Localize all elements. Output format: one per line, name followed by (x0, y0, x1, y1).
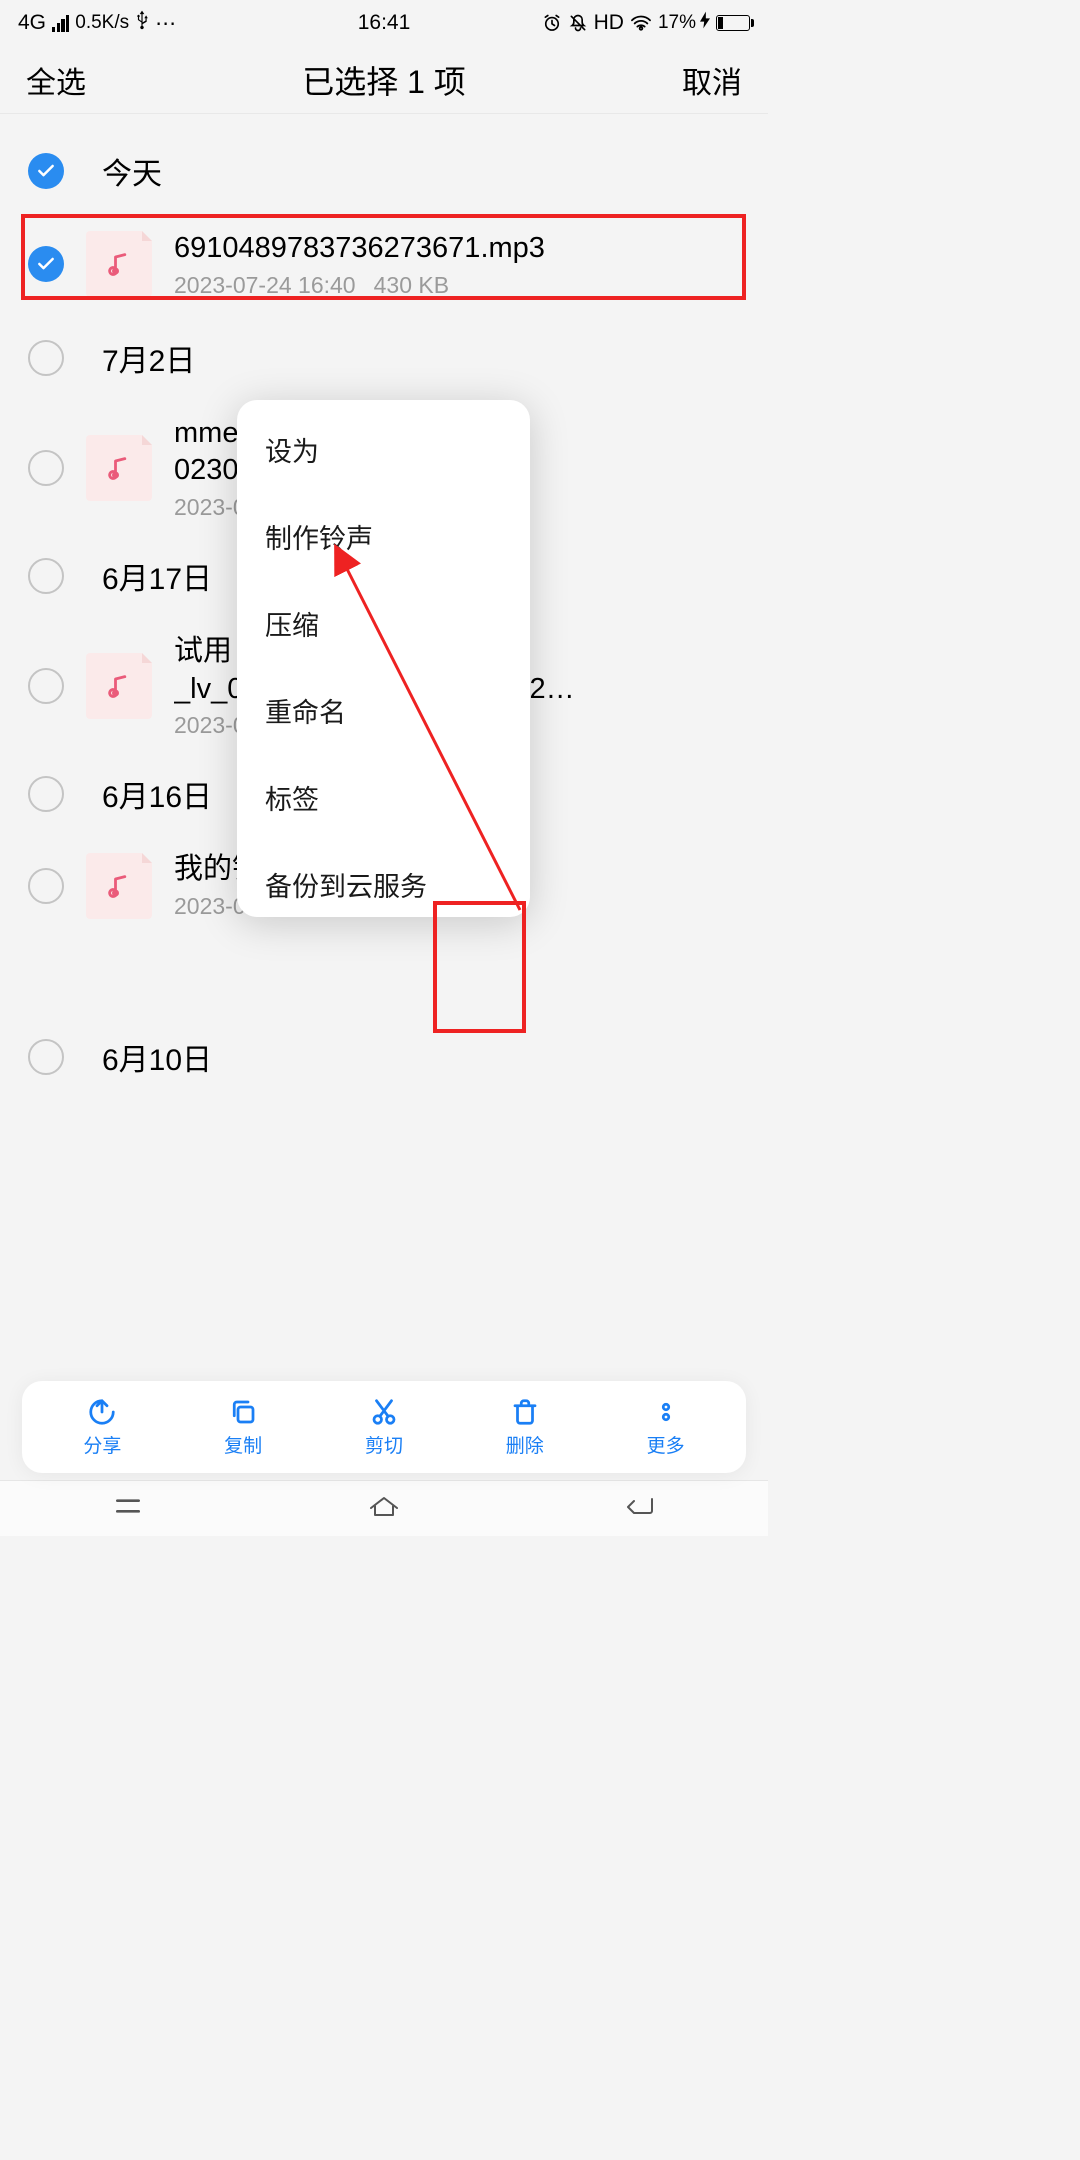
music-file-icon (86, 653, 152, 719)
hd-label: HD (594, 11, 624, 35)
status-left: 4G 0.5K/s ⋯ (18, 10, 176, 36)
page-title: 已选择 1 项 (302, 57, 466, 103)
copy-button[interactable]: 复制 (208, 1397, 278, 1458)
title-bar: 全选 已选择 1 项 取消 (0, 46, 768, 114)
cancel-button[interactable]: 取消 (682, 58, 742, 102)
file-meta: 2023-07-24 16:40430 KB (174, 272, 740, 299)
checkbox[interactable] (28, 340, 64, 376)
status-time: 16:41 (358, 11, 411, 35)
checkbox[interactable] (28, 668, 64, 704)
section-label: 6月16日 (102, 772, 212, 816)
usb-icon (135, 10, 149, 36)
file-name: 6910489783736273671.mp3 (174, 230, 740, 268)
checkbox[interactable] (28, 246, 64, 282)
signal-icon (52, 14, 69, 32)
status-bar: 4G 0.5K/s ⋯ 16:41 HD 17% (0, 0, 768, 46)
action-bar: 分享 复制 剪切 删除 更多 (22, 1381, 746, 1473)
file-text: 6910489783736273671.mp3 2023-07-24 16:40… (174, 230, 740, 299)
menu-compress[interactable]: 压缩 (237, 580, 530, 667)
bolt-icon (700, 11, 710, 35)
checkbox[interactable] (28, 868, 64, 904)
delete-button[interactable]: 删除 (490, 1397, 560, 1458)
section-label: 今天 (102, 149, 162, 193)
section-label: 6月17日 (102, 554, 212, 598)
file-item[interactable]: 6910489783736273671.mp3 2023-07-24 16:40… (0, 216, 768, 313)
checkbox[interactable] (28, 776, 64, 812)
music-file-icon (86, 853, 152, 919)
back-button[interactable] (624, 1490, 656, 1527)
section-header[interactable]: 6月10日 (0, 1024, 768, 1090)
section-label: 6月10日 (102, 1035, 212, 1079)
menu-rename[interactable]: 重命名 (237, 667, 530, 754)
battery-pct: 17% (658, 12, 696, 34)
share-button[interactable]: 分享 (67, 1397, 137, 1458)
context-menu[interactable]: 设为 制作铃声 压缩 重命名 标签 备份到云服务 打开方式 (237, 400, 530, 917)
net-speed: 0.5K/s (75, 12, 129, 34)
wifi-icon (630, 14, 652, 32)
network-label: 4G (18, 11, 46, 35)
home-button[interactable] (368, 1490, 400, 1527)
checkbox[interactable] (28, 450, 64, 486)
section-header[interactable]: 7月2日 (0, 325, 768, 391)
delete-label: 删除 (506, 1431, 544, 1458)
menu-set-as[interactable]: 设为 (237, 406, 530, 493)
section-label: 7月2日 (102, 336, 195, 380)
menu-make-ringtone[interactable]: 制作铃声 (237, 493, 530, 580)
section-header[interactable]: 今天 (0, 138, 768, 204)
checkbox[interactable] (28, 153, 64, 189)
music-file-icon (86, 435, 152, 501)
mute-icon (568, 13, 588, 33)
more-dots-icon: ⋯ (155, 11, 176, 36)
status-right: HD 17% (542, 11, 750, 35)
cut-label: 剪切 (365, 1431, 403, 1458)
menu-backup-cloud[interactable]: 备份到云服务 (237, 841, 530, 917)
more-button[interactable]: 更多 (631, 1397, 701, 1458)
checkbox[interactable] (28, 558, 64, 594)
music-file-icon (86, 231, 152, 297)
select-all-button[interactable]: 全选 (26, 58, 86, 102)
recent-apps-button[interactable] (112, 1490, 144, 1527)
battery-icon (716, 15, 750, 31)
alarm-icon (542, 13, 562, 33)
copy-label: 复制 (224, 1431, 262, 1458)
more-label: 更多 (647, 1431, 685, 1458)
share-label: 分享 (83, 1431, 121, 1458)
cut-button[interactable]: 剪切 (349, 1397, 419, 1458)
menu-tag[interactable]: 标签 (237, 754, 530, 841)
checkbox[interactable] (28, 1039, 64, 1075)
nav-bar (0, 1480, 768, 1536)
